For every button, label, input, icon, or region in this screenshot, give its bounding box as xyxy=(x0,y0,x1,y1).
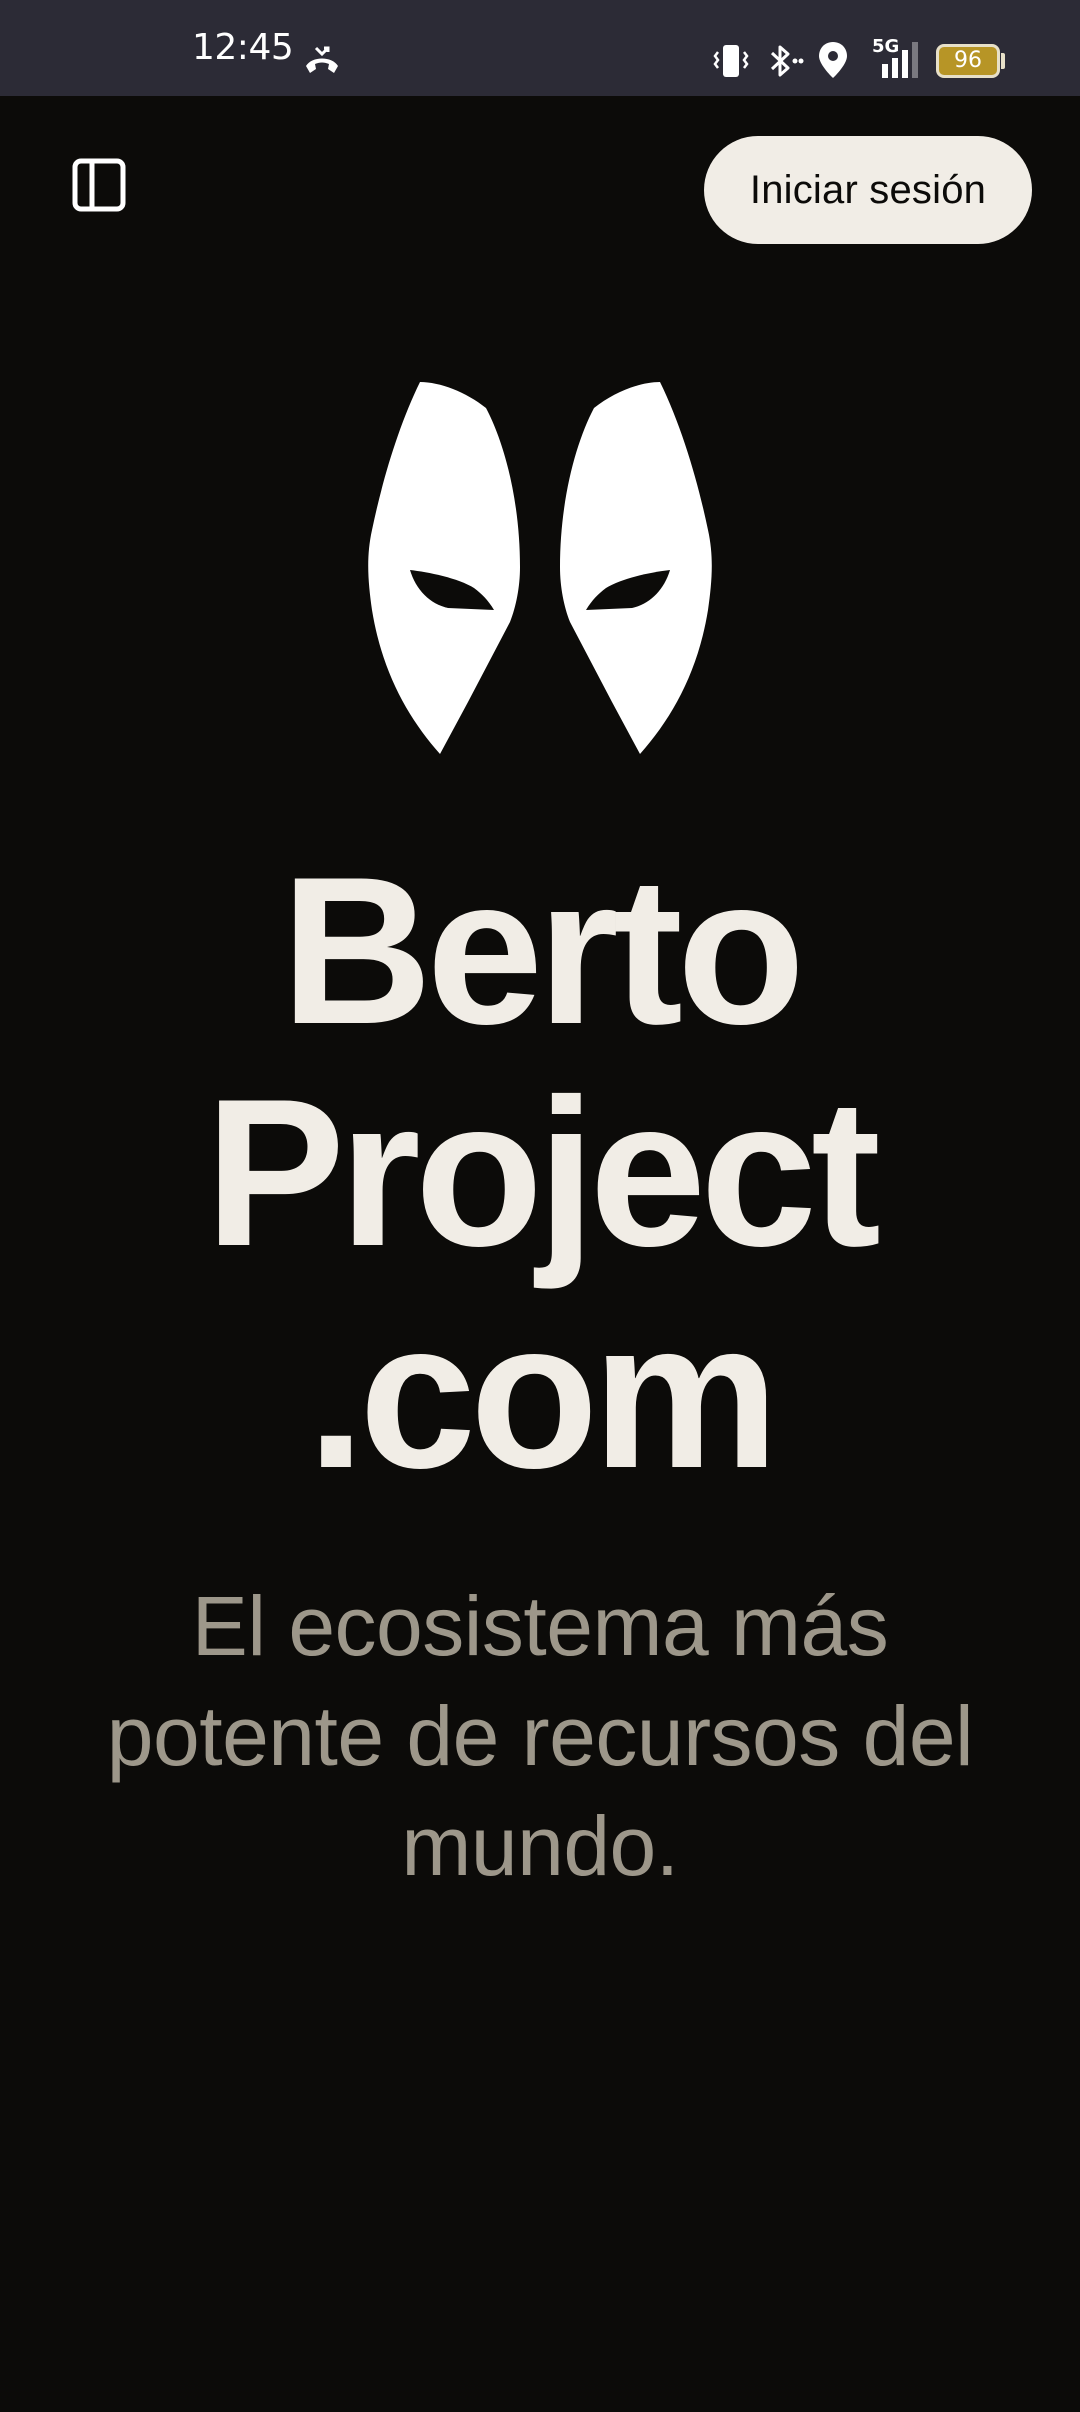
battery-level: 96 xyxy=(954,48,982,73)
battery-icon: 96 xyxy=(936,44,1000,78)
app-screen: Iniciar sesión Berto Project .com El eco… xyxy=(0,96,1080,2412)
sidebar-toggle-icon xyxy=(72,158,126,212)
title-line-2: Project xyxy=(205,1055,881,1290)
bluetooth-icon xyxy=(770,45,804,77)
login-button[interactable]: Iniciar sesión xyxy=(704,136,1032,244)
status-time: 12:45 xyxy=(192,27,294,68)
title-line-1: Berto xyxy=(280,833,805,1068)
sidebar-toggle-button[interactable] xyxy=(72,158,128,214)
battery-tip xyxy=(1001,53,1005,69)
mask-eyes-logo xyxy=(368,382,712,754)
network-label: 5G xyxy=(872,36,900,57)
title-line-3: .com xyxy=(306,1277,779,1512)
location-icon xyxy=(819,42,847,78)
status-bar: 12:45 5G 96 xyxy=(0,0,1080,96)
page-title: Berto Project .com xyxy=(0,840,1080,1506)
page-subtitle: El ecosistema más potente de recursos de… xyxy=(106,1579,974,1893)
vibrate-icon xyxy=(713,45,749,77)
missed-call-icon xyxy=(306,46,338,73)
